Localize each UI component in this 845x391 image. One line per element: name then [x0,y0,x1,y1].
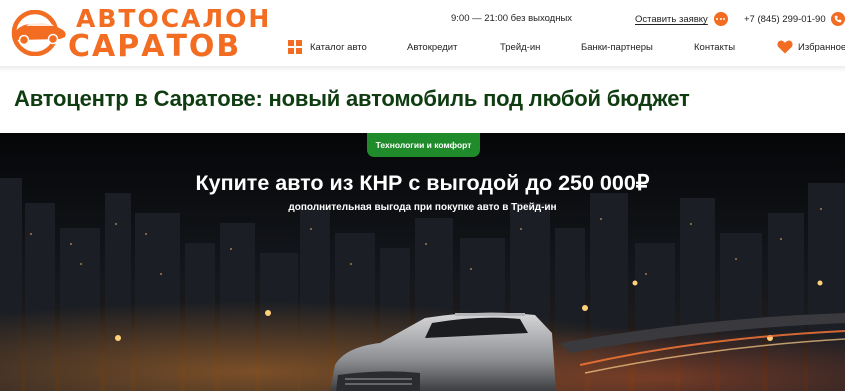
heart-icon [777,40,793,54]
chat-icon [713,12,728,26]
site-header: АВТОСАЛОН САРАТОВ 9:00 — 21:00 без выход… [0,0,845,66]
nav-item-partner-banks[interactable]: Банки-партнеры [581,38,653,56]
page-title: Автоцентр в Саратове: новый автомобиль п… [14,86,690,111]
phone-icon [830,12,845,26]
car-logo-icon [11,10,66,56]
hero-banner[interactable]: Технологии и комфорт Купите авто из КНР … [0,133,845,391]
hero-badge: Технологии и комфорт [367,133,480,157]
nav-item-catalog[interactable]: Каталог авто [288,38,367,56]
working-hours: 9:00 — 21:00 без выходных [451,13,573,24]
nav-item-label: Избранное [798,41,845,53]
logo-text-line2: САРАТОВ [68,29,242,64]
nav-item-favorites[interactable]: Избранное [777,38,845,56]
nav-item-autocredit[interactable]: Автокредит [407,38,457,56]
main-nav: Каталог авто Автокредит Трейд-ин Банки-п… [288,38,845,56]
nav-item-label: Автокредит [407,41,458,53]
request-callback-link[interactable]: Оставить заявку [635,12,728,26]
nav-item-label: Трейд-ин [500,41,541,53]
nav-item-contacts[interactable]: Контакты [694,38,735,56]
hero-subtitle: дополнительная выгода при покупке авто в… [288,202,557,213]
hero-title: Купите авто из КНР с выгодой до 250 000₽ [195,171,650,195]
request-callback-label: Оставить заявку [635,13,708,25]
nav-item-label: Банки-партнеры [581,41,653,53]
grid-icon [288,40,302,54]
nav-item-trade-in[interactable]: Трейд-ин [500,38,540,56]
nav-item-label: Контакты [694,41,736,53]
site-logo[interactable]: АВТОСАЛОН САРАТОВ [8,4,269,64]
nav-item-label: Каталог авто [310,41,367,53]
phone-number: +7 (845) 299-01-90 [744,13,826,25]
phone-link[interactable]: +7 (845) 299-01-90 [744,12,845,26]
header-shadow [0,66,845,72]
